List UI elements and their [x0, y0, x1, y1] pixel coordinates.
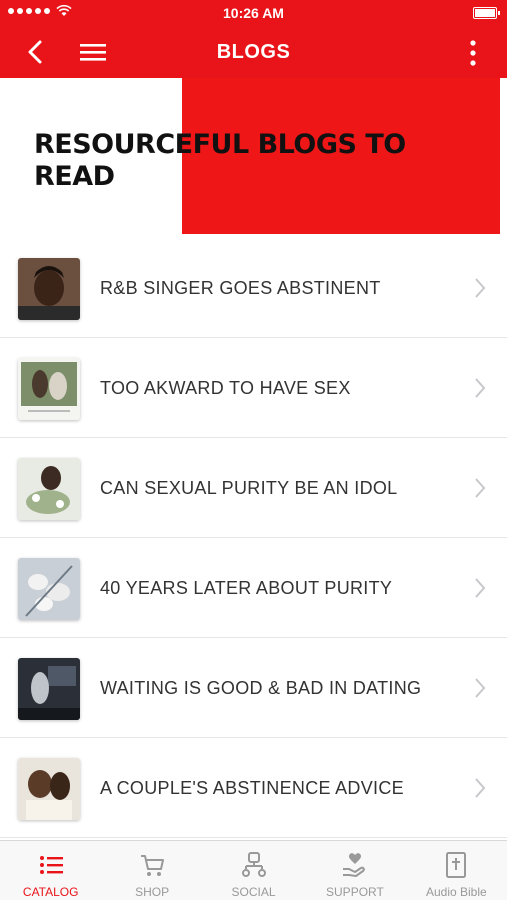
- people-icon: [241, 852, 266, 877]
- blog-title: WAITING IS GOOD & BAD IN DATING: [100, 678, 422, 698]
- chevron-right-icon: [475, 378, 486, 398]
- bible-icon: [446, 852, 467, 878]
- hero-banner: RESOURCEFUL BLOGS TO READ: [0, 78, 507, 238]
- tab-label: SHOP: [135, 885, 170, 899]
- blog-list-item[interactable]: CAN SEXUAL PURITY BE AN IDOL: [0, 438, 507, 538]
- blog-list-item[interactable]: WAITING IS GOOD & BAD IN DATING: [0, 638, 507, 738]
- blog-thumbnail-image: [18, 458, 80, 520]
- blog-list-item[interactable]: 40 YEARS LATER ABOUT PURITY: [0, 538, 507, 638]
- page-title: BLOGS: [216, 41, 291, 63]
- tab-label: SOCIAL: [231, 885, 276, 899]
- nav-bar: BLOGS: [0, 26, 507, 78]
- blog-title: TOO AKWARD TO HAVE SEX: [100, 378, 351, 398]
- blog-thumbnail-image: [18, 558, 80, 620]
- tab-label: CATALOG: [22, 885, 79, 899]
- list-icon: [39, 856, 63, 874]
- hero-title: RESOURCEFUL BLOGS TO READ: [34, 129, 406, 192]
- battery-icon: [473, 7, 500, 19]
- tab-bar: CATALOG SHOP SOCIAL SUPPORT Audio Bible: [0, 840, 507, 900]
- blog-list-item[interactable]: TOO AKWARD TO HAVE SEX: [0, 338, 507, 438]
- heart-hand-icon: [342, 853, 365, 877]
- blog-list-item[interactable]: A COUPLE'S ABSTINENCE ADVICE: [0, 738, 507, 838]
- tab-audio-bible[interactable]: Audio Bible: [406, 841, 507, 900]
- blog-list: R&B SINGER GOES ABSTINENT TOO AKWARD TO …: [0, 238, 507, 838]
- blog-title: A COUPLE'S ABSTINENCE ADVICE: [100, 778, 404, 798]
- tab-support[interactable]: SUPPORT: [304, 841, 405, 900]
- blog-thumbnail-image: [18, 358, 80, 420]
- status-time: 10:26 AM: [223, 5, 284, 21]
- chevron-right-icon: [475, 478, 486, 498]
- blog-thumbnail-image: [18, 658, 80, 720]
- cart-icon: [141, 855, 165, 876]
- blog-title: 40 YEARS LATER ABOUT PURITY: [100, 578, 393, 598]
- tab-catalog[interactable]: CATALOG: [0, 841, 101, 900]
- blog-list-item[interactable]: R&B SINGER GOES ABSTINENT: [0, 238, 507, 338]
- tab-label: Audio Bible: [425, 885, 487, 899]
- chevron-right-icon: [475, 778, 486, 798]
- tab-label: SUPPORT: [326, 885, 384, 899]
- more-options-icon[interactable]: [467, 38, 479, 68]
- chevron-right-icon: [475, 678, 486, 698]
- status-bar: 10:26 AM: [0, 0, 507, 26]
- blog-title: R&B SINGER GOES ABSTINENT: [100, 278, 381, 298]
- tab-shop[interactable]: SHOP: [101, 841, 202, 900]
- chevron-right-icon: [475, 278, 486, 298]
- blog-thumbnail-image: [18, 758, 80, 820]
- chevron-right-icon: [475, 578, 486, 598]
- blog-title: CAN SEXUAL PURITY BE AN IDOL: [100, 478, 398, 498]
- blog-thumbnail-image: [18, 258, 80, 320]
- tab-social[interactable]: SOCIAL: [203, 841, 304, 900]
